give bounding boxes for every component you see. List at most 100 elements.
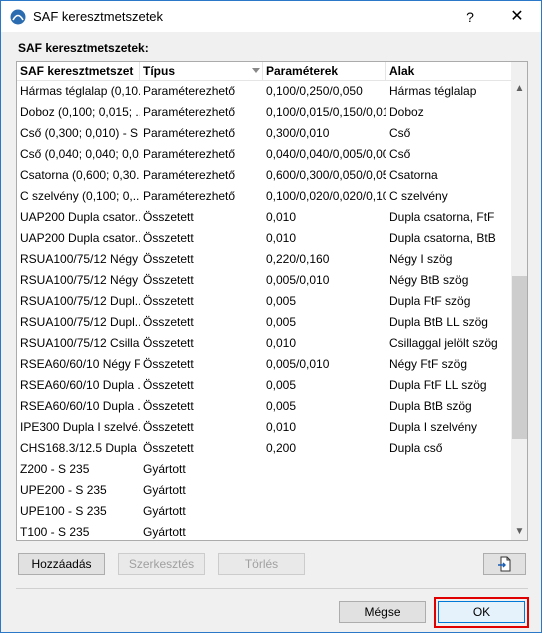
cell-type: Paraméterezhető [143,105,236,119]
cell-type: Összetett [143,336,194,350]
footer-separator [16,588,528,589]
cell-parameters: 0,005 [266,294,297,308]
cell-cross-section: RSEA60/60/10 Négy F... [20,357,140,371]
cell-shape: Hármas téglalap [389,84,477,98]
cell-cross-section: Csatorna (0,600; 0,30... [20,168,140,182]
dialog-window: SAF keresztmetszetek ? ✕ SAF keresztmets… [0,0,542,633]
cell-cross-section: Cső (0,040; 0,040; 0,0... [20,147,140,161]
table-row[interactable]: RSUA100/75/12 Csilla... Összetett 0,010 Csi… [17,333,511,354]
cell-type: Paraméterezhető [143,126,236,140]
cell-shape: Dupla FtF szög [389,294,471,308]
sort-descending-icon [252,68,260,73]
cross-section-list[interactable]: SAF keresztmetszet Típus Paraméterek Ala… [16,61,528,541]
table-row[interactable]: Hármas téglalap (0,10... Paraméterezhető 0… [17,81,511,102]
column-header-type[interactable]: Típus [140,62,263,81]
vertical-scrollbar[interactable]: ▲ ▼ [511,62,527,540]
cell-shape: Csillaggal jelölt szög [389,336,498,350]
column-header-parameters[interactable]: Paraméterek [263,62,386,81]
help-button[interactable]: ? [453,5,487,29]
export-document-icon [497,556,510,572]
cell-shape: Dupla csatorna, BtB [389,231,496,245]
table-row[interactable]: Cső (0,040; 0,040; 0,0... Paraméterezhető… [17,144,511,165]
cell-cross-section: IPE300 Dupla I szelvé... [20,420,140,434]
ok-button[interactable]: OK [438,601,525,623]
table-row[interactable]: RSUA100/75/12 Dupl... Összetett 0,005 Dupla… [17,291,511,312]
table-row[interactable]: C szelvény (0,100; 0,... Paraméterezhető 0… [17,186,511,207]
cell-cross-section: RSEA60/60/10 Dupla ... [20,378,140,392]
table-row[interactable]: Cső (0,300; 0,010) - S ... Paraméterezhet… [17,123,511,144]
cell-shape: Dupla BtB szög [389,399,472,413]
scroll-up-icon[interactable]: ▲ [511,80,527,97]
table-row[interactable]: RSUA100/75/12 Négy ... Összetett 0,005/0,0… [17,270,511,291]
cell-shape [386,459,511,480]
table-row[interactable]: Csatorna (0,600; 0,30... Paraméterezhető 0… [17,165,511,186]
table-row[interactable]: RSUA100/75/12 Négy ... Összetett 0,220/0,1… [17,249,511,270]
table-row[interactable]: RSEA60/60/10 Dupla ... Összetett 0,005 Dupl… [17,375,511,396]
cancel-button[interactable]: Mégse [339,601,426,623]
cell-parameters: 0,200 [266,441,297,455]
cell-parameters: 0,300/0,010 [266,126,330,140]
cell-cross-section: CHS168.3/12.5 Dupla ... [20,441,140,455]
edit-button[interactable]: Szerkesztés [118,553,205,575]
cell-shape: Négy I szög [389,252,453,266]
table-row[interactable]: Doboz (0,100; 0,015; ... Paraméterezhető 0… [17,102,511,123]
scroll-down-icon[interactable]: ▼ [511,523,527,540]
add-button[interactable]: Hozzáadás [18,553,105,575]
column-header-shape[interactable]: Alak [386,62,511,81]
cell-type: Összetett [143,378,194,392]
cell-parameters: 0,010 [266,231,297,245]
cell-shape: Dupla BtB LL szög [389,315,488,329]
cell-parameters: 0,100/0,020/0,020/0,100 [266,189,386,203]
cell-cross-section: Cső (0,300; 0,010) - S ... [20,126,140,140]
table-row[interactable]: CHS168.3/12.5 Dupla ... Összetett 0,200 Dup… [17,438,511,459]
export-button[interactable] [483,553,526,575]
cell-parameters: 0,005/0,010 [266,273,330,287]
cell-shape: Négy BtB szög [389,273,469,287]
cell-shape: Dupla FtF LL szög [389,378,487,392]
table-row[interactable]: UPE200 - S 235 Gyártott [17,480,511,501]
cell-type: Összetett [143,210,194,224]
cell-shape: Csatorna [389,168,438,182]
cell-type: Összetett [143,441,194,455]
table-row[interactable]: RSEA60/60/10 Dupla ... Összetett 0,005 Dupl… [17,396,511,417]
cell-parameters: 0,010 [266,210,297,224]
cell-shape: Cső [389,147,411,161]
table-row[interactable]: UAP200 Dupla csator... Összetett 0,010 Dupl… [17,207,511,228]
cell-cross-section: UAP200 Dupla csator... [20,210,140,224]
cell-parameters: 0,005 [266,399,297,413]
table-row[interactable]: T100 - S 235 Gyártott [17,522,511,540]
table-row[interactable]: RSUA100/75/12 Dupl... Összetett 0,005 Dupla… [17,312,511,333]
cell-parameters [263,501,386,522]
app-icon [10,9,26,25]
table-row[interactable]: IPE300 Dupla I szelvé... Összetett 0,010 Du… [17,417,511,438]
cell-shape [386,522,511,540]
table-row[interactable]: Z200 - S 235 Gyártott [17,459,511,480]
cell-type: Összetett [143,294,194,308]
cell-shape: Dupla csatorna, FtF [389,210,495,224]
cell-parameters [263,522,386,540]
cell-shape: C szelvény [389,189,448,203]
cell-cross-section: UAP200 Dupla csator... [20,231,140,245]
cell-parameters: 0,100/0,250/0,050 [266,84,363,98]
table-row[interactable]: UAP200 Dupla csator... Összetett 0,010 Dupl… [17,228,511,249]
cell-cross-section: RSUA100/75/12 Négy ... [20,273,140,287]
column-header-cross-section[interactable]: SAF keresztmetszet [17,62,140,81]
section-label: SAF keresztmetszetek: [18,41,149,55]
close-button[interactable]: ✕ [497,5,537,29]
cell-cross-section: UPE100 - S 235 [20,504,107,518]
cell-type: Összetett [143,357,194,371]
scrollbar-thumb[interactable] [512,276,527,439]
cell-cross-section: C szelvény (0,100; 0,... [20,189,140,203]
cell-parameters: 0,005 [266,315,297,329]
cell-type: Összetett [143,273,194,287]
cell-parameters [263,480,386,501]
delete-button[interactable]: Törlés [218,553,305,575]
cell-type: Paraméterezhető [143,84,236,98]
table-row[interactable]: RSEA60/60/10 Négy F... Összetett 0,005/0,0… [17,354,511,375]
cell-type: Paraméterezhető [143,147,236,161]
cell-type: Paraméterezhető [143,189,236,203]
table-row[interactable]: UPE100 - S 235 Gyártott [17,501,511,522]
cell-type: Gyártott [143,462,186,476]
cell-shape: Cső [389,126,411,140]
cell-shape: Dupla I szelvény [389,420,478,434]
